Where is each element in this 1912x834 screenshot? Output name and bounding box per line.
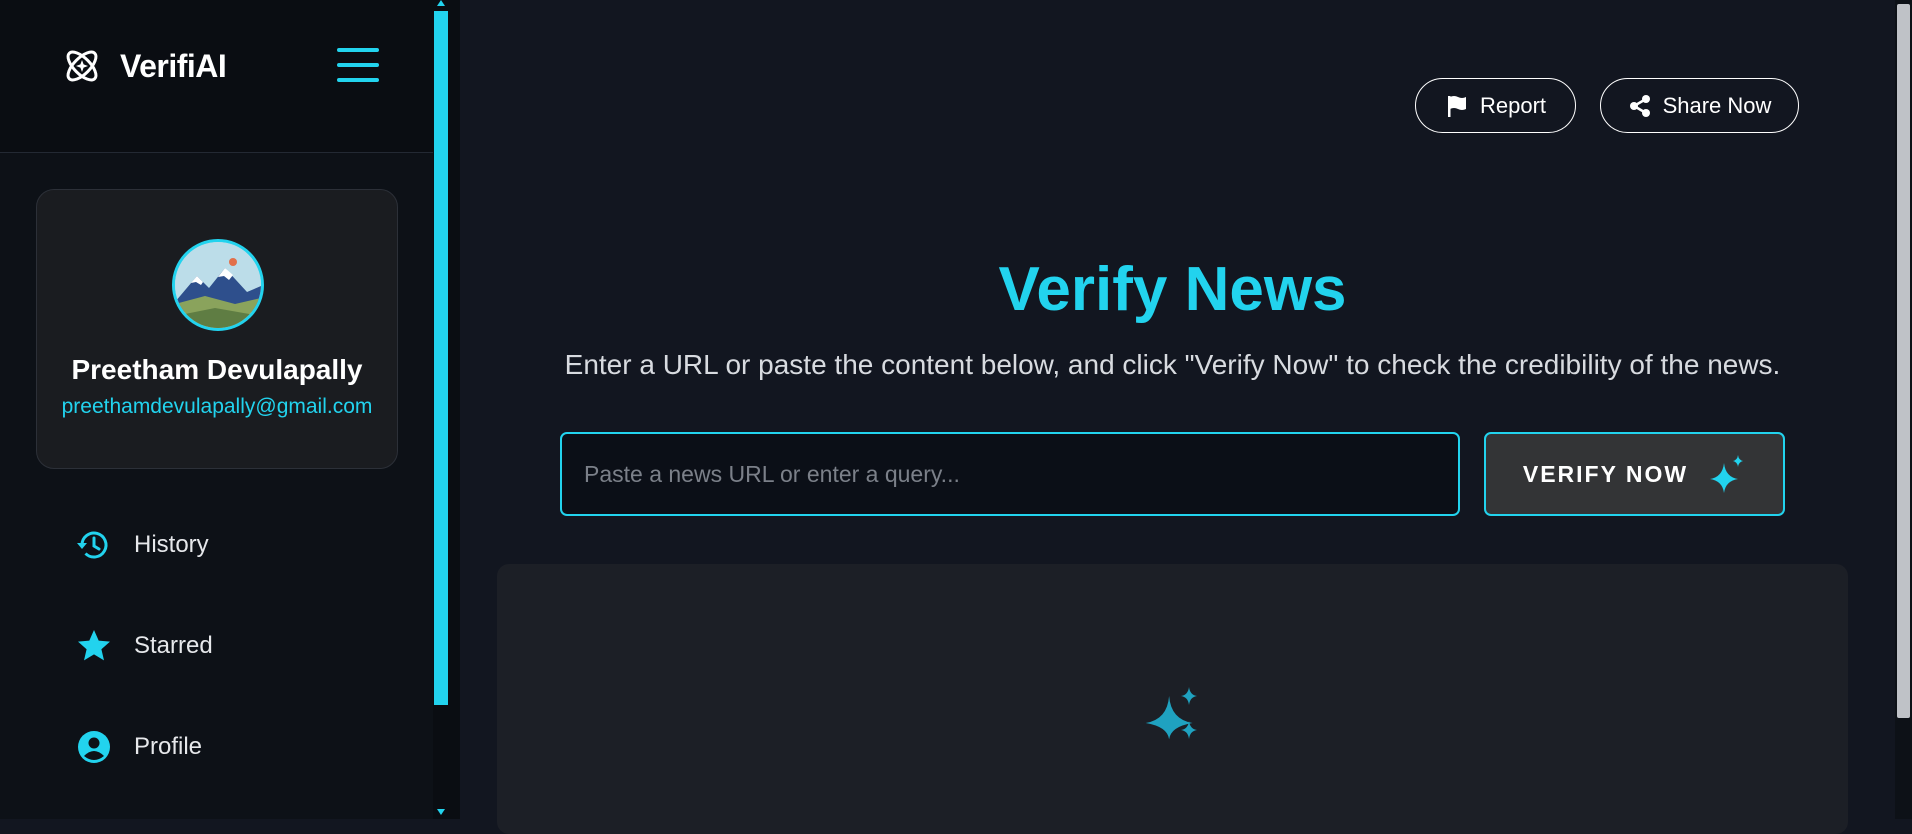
sidebar-item-profile[interactable]: Profile	[76, 729, 202, 765]
report-button[interactable]: Report	[1415, 78, 1576, 133]
atom-logo-icon	[66, 50, 98, 82]
user-circle-icon	[78, 731, 110, 763]
verify-now-label: VERIFY NOW	[1522, 460, 1689, 487]
search-input[interactable]	[560, 432, 1460, 516]
page-subtitle: Enter a URL or paste the content below, …	[564, 349, 1781, 380]
share-icon	[1629, 94, 1650, 117]
verify-now-button[interactable]: VERIFY NOW	[1484, 432, 1785, 516]
sparkle-icon	[1710, 455, 1744, 493]
result-panel	[497, 564, 1848, 834]
sidebar-item-label: Profile	[134, 733, 203, 760]
page-title: Verify News	[998, 255, 1347, 324]
scroll-up-icon[interactable]	[437, 0, 445, 6]
history-icon	[77, 531, 108, 559]
share-label: Share Now	[1662, 92, 1772, 118]
profile-email: preethamdevulapally@gmail.com	[61, 395, 373, 418]
sparkle-icon	[1145, 687, 1197, 740]
report-label: Report	[1479, 92, 1547, 118]
sidebar: VerifiAI Preetham Devulapally preethamde…	[0, 0, 434, 819]
sidebar-item-starred[interactable]: Starred	[76, 628, 213, 664]
sidebar-item-history[interactable]: History	[76, 527, 209, 563]
share-button[interactable]: Share Now	[1600, 78, 1799, 133]
profile-name: Preetham Devulapally	[71, 354, 363, 385]
mountain-landscape-avatar	[175, 242, 261, 328]
star-icon	[78, 630, 110, 661]
app-logo[interactable]: VerifiAI	[62, 44, 227, 88]
scroll-down-icon[interactable]	[437, 809, 445, 815]
app-name: VerifiAI	[120, 47, 227, 84]
avatar[interactable]	[172, 239, 264, 331]
sidebar-item-label: History	[134, 531, 209, 558]
sidebar-header: VerifiAI	[0, 0, 433, 153]
hamburger-menu-icon[interactable]	[337, 48, 379, 82]
flag-icon	[1447, 95, 1466, 117]
sidebar-item-label: Starred	[134, 632, 213, 659]
profile-card: Preetham Devulapally preethamdevulapally…	[36, 189, 398, 469]
